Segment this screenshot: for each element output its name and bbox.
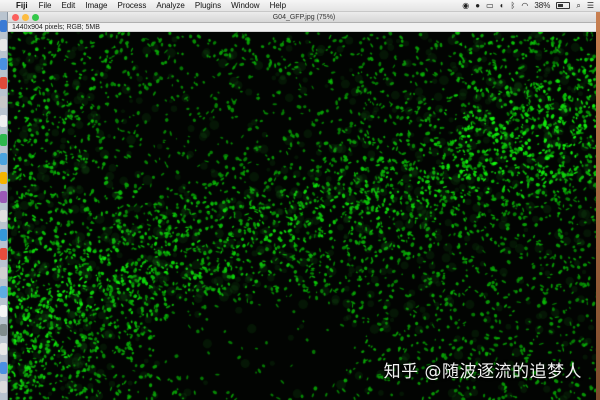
battery-percent: 38% bbox=[534, 1, 551, 10]
dock-app-icon[interactable] bbox=[0, 305, 7, 317]
window-title: G04_GFP.jpg (75%) bbox=[272, 14, 336, 21]
dock-app-icon[interactable] bbox=[0, 286, 7, 298]
dock-app-icon[interactable] bbox=[0, 381, 7, 393]
dock bbox=[0, 12, 8, 400]
app-menu-fiji[interactable]: Fiji bbox=[14, 1, 34, 10]
dock-app-icon[interactable] bbox=[0, 362, 7, 374]
dock-app-icon[interactable] bbox=[0, 343, 7, 355]
screen-mirroring-icon[interactable]: ▭ bbox=[486, 1, 494, 10]
image-info-bar: 1440x904 pixels; RGB; 5MB bbox=[8, 23, 600, 32]
menu-image[interactable]: Image bbox=[80, 0, 112, 12]
dock-app-icon[interactable] bbox=[0, 267, 7, 279]
zoom-button[interactable] bbox=[32, 14, 39, 21]
window-controls bbox=[12, 14, 39, 21]
menu-analyze[interactable]: Analyze bbox=[151, 0, 189, 12]
dock-app-icon[interactable] bbox=[0, 58, 7, 70]
dock-app-icon[interactable] bbox=[0, 229, 7, 241]
menu-help[interactable]: Help bbox=[265, 0, 291, 12]
menu-bar: Fiji File Edit Image Process Analyze Plu… bbox=[0, 0, 600, 12]
menu-plugins[interactable]: Plugins bbox=[190, 0, 226, 12]
battery-icon[interactable] bbox=[556, 2, 571, 9]
wifi-icon[interactable]: ◠ bbox=[521, 1, 528, 10]
menu-process[interactable]: Process bbox=[112, 0, 151, 12]
menu-file[interactable]: File bbox=[34, 0, 57, 12]
dock-app-icon[interactable] bbox=[0, 172, 7, 184]
menu-window[interactable]: Window bbox=[226, 0, 264, 12]
image-window: G04_GFP.jpg (75%) 1440x904 pixels; RGB; … bbox=[8, 12, 600, 400]
minimize-button[interactable] bbox=[22, 14, 29, 21]
gfp-fluorescence-image[interactable] bbox=[8, 32, 600, 400]
bluetooth-icon[interactable]: ᛒ bbox=[511, 1, 516, 10]
status-area: ◉ ● ▭ ◐ ᛒ ◠ 38% ⌕ ☰ bbox=[462, 1, 600, 11]
notification-icon[interactable]: ◐ bbox=[500, 1, 505, 10]
search-icon[interactable]: ⌕ bbox=[576, 1, 580, 11]
close-button[interactable] bbox=[12, 14, 19, 21]
menu-edit[interactable]: Edit bbox=[56, 0, 80, 12]
dock-app-icon[interactable] bbox=[0, 153, 7, 165]
dock-app-icon[interactable] bbox=[0, 210, 7, 222]
dock-app-icon[interactable] bbox=[0, 191, 7, 203]
dock-app-icon[interactable] bbox=[0, 248, 7, 260]
window-titlebar[interactable]: G04_GFP.jpg (75%) bbox=[8, 12, 600, 23]
menu-list-icon[interactable]: ☰ bbox=[587, 1, 594, 10]
dock-app-icon[interactable] bbox=[0, 115, 7, 127]
dock-app-icon[interactable] bbox=[0, 324, 7, 336]
dock-app-icon[interactable] bbox=[0, 39, 7, 51]
qq-icon[interactable]: ● bbox=[475, 1, 480, 10]
dock-app-icon[interactable] bbox=[0, 96, 7, 108]
watermark: 知乎 @随波逐流的追梦人 bbox=[383, 362, 582, 382]
dock-app-icon[interactable] bbox=[0, 77, 7, 89]
dock-app-icon[interactable] bbox=[0, 20, 7, 32]
image-canvas[interactable]: 知乎 @随波逐流的追梦人 bbox=[8, 32, 600, 400]
dock-app-icon[interactable] bbox=[0, 134, 7, 146]
wechat-icon[interactable]: ◉ bbox=[462, 1, 469, 10]
desktop-edge bbox=[596, 12, 600, 400]
